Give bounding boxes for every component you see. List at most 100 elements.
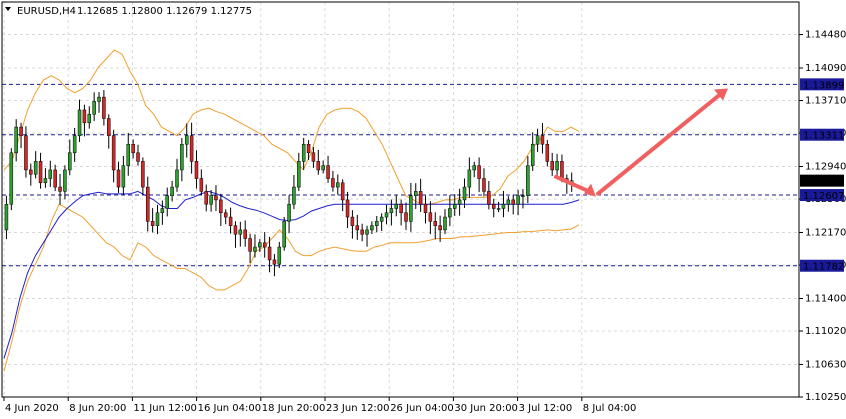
- x-tick-label: 8 Jun 20:00: [69, 403, 126, 414]
- bear-candle: [111, 135, 116, 171]
- bear-candle: [399, 203, 403, 214]
- x-tick-label: 16 Jun 04:00: [198, 403, 262, 414]
- y-tick-label: 1.13710: [805, 96, 846, 107]
- x-tick-label: 11 Jun 12:00: [133, 403, 197, 414]
- bear-candle: [404, 212, 408, 222]
- bear-candle: [350, 216, 355, 226]
- bull-candle: [375, 221, 379, 226]
- bull-candle: [496, 208, 501, 210]
- bear-candle: [433, 221, 437, 226]
- chart-title: EURUSD,H4 1.12685 1.12800 1.12679 1.1277…: [5, 6, 252, 17]
- bear-candle: [482, 178, 486, 192]
- current-price-label: 1.12775: [803, 177, 844, 188]
- chart-background: [0, 0, 846, 419]
- bull-candle: [506, 199, 511, 205]
- bear-candle: [511, 199, 515, 205]
- bull-candle: [277, 246, 282, 265]
- level-label: 1.13311: [803, 131, 844, 142]
- y-tick-label: 1.10630: [805, 359, 846, 370]
- x-tick-label: 30 Jun 20:00: [454, 403, 518, 414]
- bear-candle: [150, 221, 155, 226]
- bear-candle: [560, 161, 564, 179]
- bear-candle: [477, 165, 481, 179]
- candlestick-chart-svg[interactable]: 1.144801.140901.137101.133301.129401.125…: [0, 0, 846, 419]
- bear-candle: [204, 191, 208, 205]
- bull-candle: [33, 161, 38, 175]
- bear-candle: [116, 169, 121, 188]
- bull-candle: [97, 96, 101, 102]
- bear-candle: [545, 143, 550, 162]
- y-tick-label: 1.10250: [805, 392, 846, 403]
- bull-candle: [555, 161, 559, 171]
- bull-candle: [68, 152, 72, 171]
- y-tick-label: 1.11400: [805, 293, 846, 304]
- bull-candle: [121, 165, 126, 188]
- bull-candle: [4, 203, 9, 231]
- bull-candle: [301, 143, 306, 162]
- bear-candle: [233, 225, 238, 235]
- bear-candle: [29, 169, 33, 175]
- bear-candle: [331, 178, 335, 188]
- bull-candle: [184, 135, 189, 145]
- bear-candle: [107, 118, 111, 136]
- bull-candle: [414, 191, 418, 196]
- bear-candle: [267, 246, 272, 261]
- bull-candle: [467, 169, 472, 188]
- bear-candle: [491, 203, 496, 209]
- bear-candle: [248, 238, 252, 252]
- bull-candle: [253, 246, 257, 252]
- bull-candle: [63, 169, 67, 192]
- bear-candle: [340, 182, 345, 201]
- x-tick-label: 4 Jun 2020: [5, 403, 59, 414]
- bull-candle: [160, 208, 165, 214]
- bull-candle: [472, 165, 476, 171]
- y-tick-label: 1.12170: [805, 227, 846, 238]
- bull-candle: [9, 152, 14, 205]
- bull-candle: [457, 199, 462, 205]
- bull-candle: [321, 165, 325, 171]
- bull-candle: [92, 101, 96, 115]
- bear-candle: [58, 186, 62, 192]
- forex-chart: 1.144801.140901.137101.133301.129401.125…: [0, 0, 846, 419]
- bull-candle: [379, 216, 384, 222]
- bull-candle: [462, 186, 467, 201]
- bull-candle: [77, 109, 82, 136]
- bull-candle: [365, 229, 369, 235]
- y-tick-label: 1.14090: [805, 63, 846, 74]
- bear-candle: [214, 195, 218, 201]
- bear-candle: [146, 186, 150, 222]
- level-label: 1.12607: [803, 191, 844, 202]
- bull-candle: [521, 195, 525, 197]
- bull-candle: [448, 208, 452, 218]
- bull-candle: [292, 186, 296, 205]
- y-tick-label: 1.12940: [805, 162, 846, 173]
- bear-candle: [550, 161, 554, 171]
- bull-candle: [87, 113, 92, 124]
- bull-candle: [170, 186, 174, 196]
- bear-candle: [24, 135, 28, 171]
- bull-candle: [370, 225, 374, 231]
- bear-candle: [19, 126, 23, 136]
- bear-candle: [262, 242, 267, 248]
- bull-candle: [443, 216, 447, 231]
- level-label: 1.11782: [803, 262, 844, 273]
- bull-candle: [48, 169, 53, 179]
- x-tick-label: 8 Jul 04:00: [583, 403, 637, 414]
- bear-candle: [228, 216, 233, 226]
- x-tick-label: 3 Jul 12:00: [519, 403, 573, 414]
- bull-candle: [209, 195, 213, 205]
- bull-candle: [126, 143, 131, 166]
- bull-candle: [155, 212, 160, 226]
- bear-candle: [540, 135, 545, 145]
- bull-candle: [297, 161, 301, 188]
- x-tick-label: 23 Jun 12:00: [326, 403, 390, 414]
- bear-candle: [38, 161, 43, 184]
- bear-candle: [219, 199, 223, 214]
- bear-candle: [360, 229, 364, 235]
- bear-candle: [53, 169, 57, 188]
- bear-candle: [223, 212, 228, 218]
- bull-candle: [238, 229, 243, 235]
- bull-candle: [409, 195, 413, 222]
- bull-candle: [394, 203, 399, 209]
- bull-candle: [175, 169, 179, 188]
